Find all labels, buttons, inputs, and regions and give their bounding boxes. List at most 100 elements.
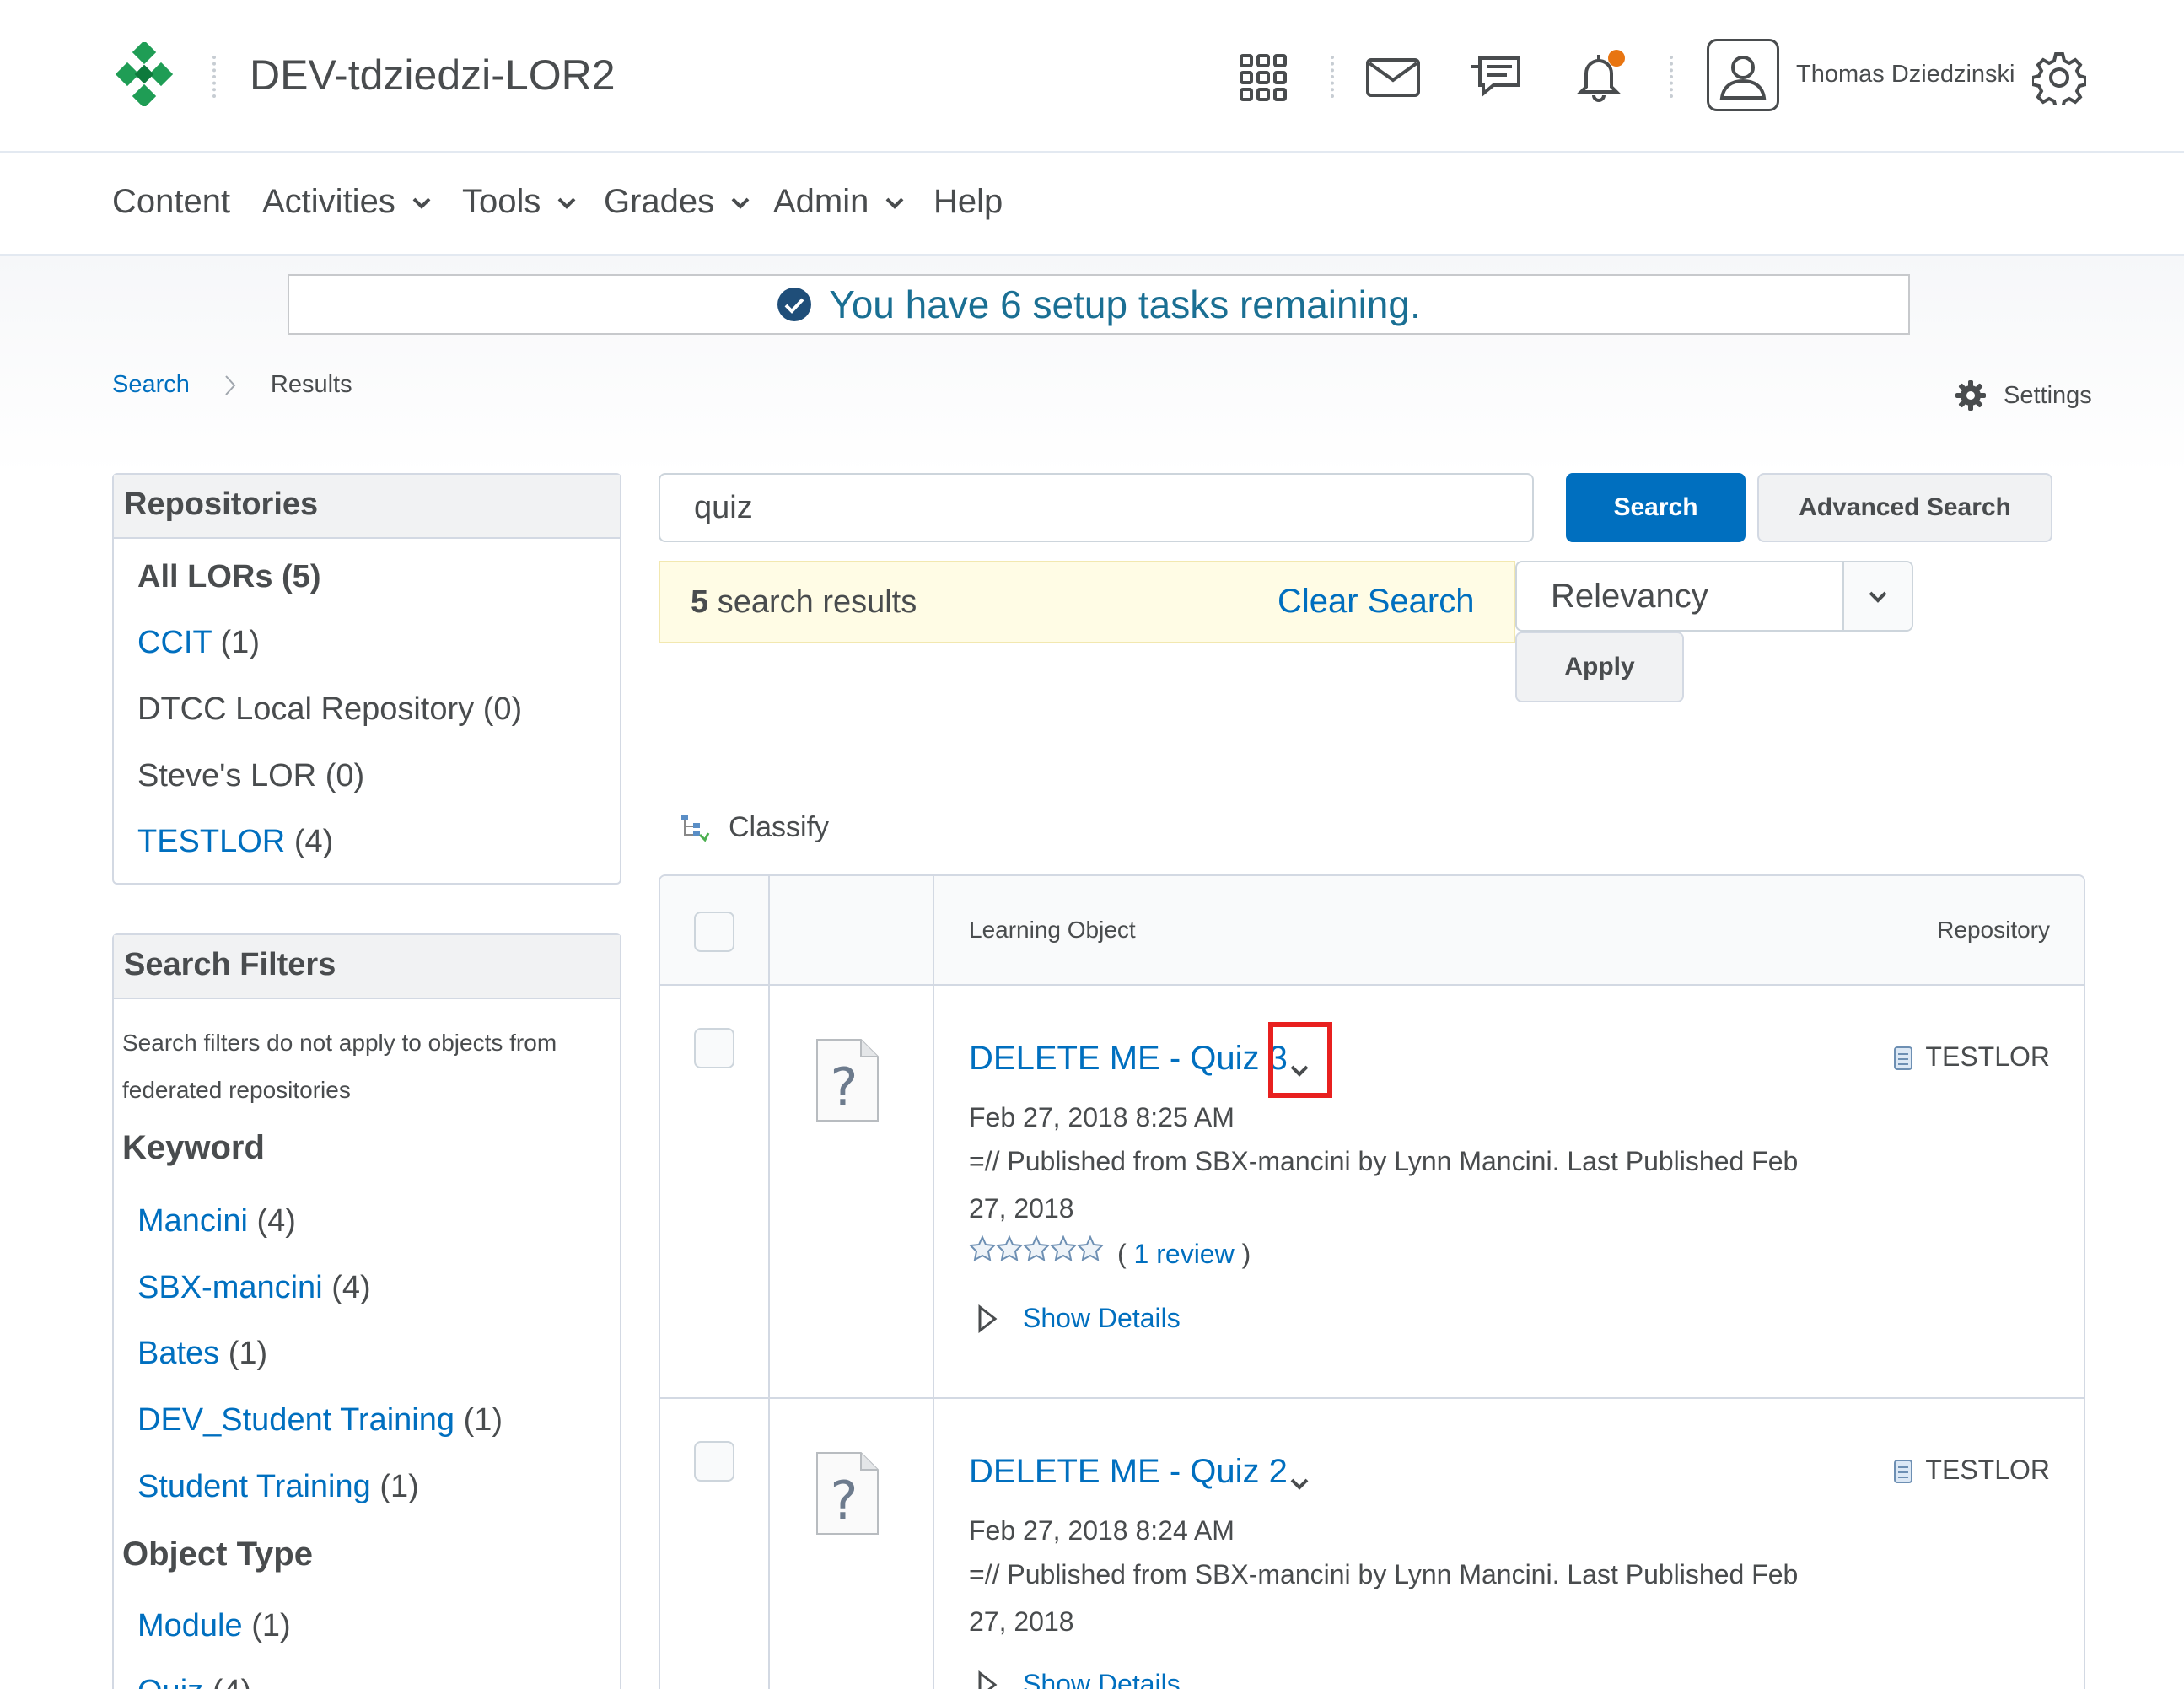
search-input[interactable]: [659, 473, 1534, 542]
object-type-heading: Object Type: [122, 1536, 313, 1573]
row-title-link[interactable]: DELETE ME - Quiz 3: [969, 1040, 1288, 1078]
repo-name: CCIT: [137, 625, 212, 660]
nav-label: Content: [112, 183, 231, 220]
filter-count: (4): [212, 1674, 251, 1689]
filters-note-line: federated repositories: [122, 1077, 351, 1103]
row-date: Feb 27, 2018 8:25 AM: [969, 1102, 1235, 1132]
repo-count: (0): [482, 691, 523, 727]
nav-grades[interactable]: Grades: [604, 183, 753, 221]
star-rating: [969, 1235, 1104, 1262]
filter-name: Bates: [137, 1336, 220, 1371]
bell-icon[interactable]: [1565, 42, 1633, 110]
row-repository: TESTLOR: [1893, 1041, 2050, 1073]
row-title-link[interactable]: DELETE ME - Quiz 2: [969, 1453, 1288, 1491]
search-button[interactable]: Search: [1566, 473, 1746, 542]
context-menu-button[interactable]: [1274, 1458, 1325, 1509]
repo-count: (0): [325, 758, 365, 793]
gear-icon: [1955, 380, 1986, 411]
row-description-line: 27, 2018: [969, 1606, 1074, 1637]
apps-grid-icon[interactable]: [1233, 47, 1294, 108]
results-table: Learning Object Repository ? DELETE ME -…: [659, 874, 2085, 1689]
sort-select-toggle[interactable]: [1842, 562, 1912, 630]
sort-select[interactable]: Relevancy: [1515, 561, 1913, 632]
classify-icon: [681, 814, 710, 842]
nav-help[interactable]: Help: [933, 183, 1003, 221]
avatar-icon[interactable]: [1707, 39, 1779, 111]
org-title[interactable]: DEV-tdziedzi-LOR2: [250, 51, 616, 100]
keyword-filter-item[interactable]: SBX-mancini (4): [137, 1270, 371, 1306]
breadcrumb: Search Results: [112, 371, 352, 399]
column-divider: [933, 876, 934, 1689]
nav-label: Tools: [462, 183, 541, 220]
repo-count: (5): [282, 559, 321, 594]
show-details-toggle[interactable]: Show Details: [977, 1303, 1181, 1334]
classify-label: Classify: [729, 811, 830, 843]
nav-tools[interactable]: Tools: [462, 183, 579, 221]
search-filters-heading: Search Filters: [114, 935, 620, 999]
repo-item-dtcc: DTCC Local Repository (0): [137, 691, 522, 728]
filter-name: Quiz: [137, 1674, 203, 1689]
mail-icon[interactable]: [1359, 47, 1427, 108]
row-checkbox[interactable]: [694, 1441, 734, 1482]
show-details-label: Show Details: [1023, 1669, 1181, 1689]
logo-icon[interactable]: [112, 42, 176, 106]
settings-button[interactable]: Settings: [1955, 379, 2092, 411]
apply-button[interactable]: Apply: [1515, 632, 1684, 702]
nav-content[interactable]: Content: [112, 183, 230, 221]
triangle-right-icon: [978, 1670, 998, 1689]
repo-name: DTCC Local Repository: [137, 691, 475, 727]
filter-count: (4): [331, 1270, 371, 1305]
repo-item-ccit[interactable]: CCIT (1): [137, 625, 260, 661]
keyword-filter-item[interactable]: Mancini (4): [137, 1203, 296, 1240]
question-file-icon: ?: [816, 1039, 879, 1122]
select-all-checkbox[interactable]: [694, 912, 734, 952]
results-summary: 5 search results Clear Search: [659, 561, 1515, 643]
column-header-learning-object[interactable]: Learning Object: [969, 917, 1136, 944]
filter-name: Student Training: [137, 1469, 371, 1504]
header-divider: [1670, 56, 1673, 98]
results-suffix: search results: [717, 584, 917, 620]
keyword-heading: Keyword: [122, 1129, 265, 1166]
repo-item-testlor[interactable]: TESTLOR (4): [137, 824, 333, 860]
chevron-down-icon: [412, 197, 431, 209]
reviews-link[interactable]: 1 review: [1134, 1239, 1235, 1269]
keyword-filter-item[interactable]: DEV_Student Training (1): [137, 1402, 503, 1439]
filter-count: (1): [379, 1469, 419, 1504]
nav-activities[interactable]: Activities: [262, 183, 434, 221]
header-divider: [1331, 56, 1334, 98]
chat-icon[interactable]: [1462, 44, 1530, 111]
nav-admin[interactable]: Admin: [773, 183, 907, 221]
column-header-repository[interactable]: Repository: [1937, 917, 2050, 944]
repo-item-all[interactable]: All LORs (5): [137, 559, 320, 595]
chevron-right-icon: [225, 374, 236, 395]
object-type-filter-item[interactable]: Module (1): [137, 1608, 291, 1644]
repository-icon: [1894, 1046, 1913, 1070]
keyword-filter-item[interactable]: Bates (1): [137, 1336, 267, 1372]
advanced-search-button[interactable]: Advanced Search: [1757, 473, 2052, 542]
row-checkbox[interactable]: [694, 1028, 734, 1068]
gear-icon[interactable]: [2027, 46, 2091, 110]
results-count: 5: [691, 584, 709, 620]
clear-search-link[interactable]: Clear Search: [1278, 583, 1474, 621]
breadcrumb-search-link[interactable]: Search: [112, 371, 190, 399]
row-description-line: 27, 2018: [969, 1193, 1074, 1224]
nav-label: Help: [933, 183, 1003, 220]
repo-name: All LORs: [137, 559, 273, 594]
user-name[interactable]: Thomas Dziedzinski: [1796, 61, 2015, 89]
review-paren: (: [1117, 1239, 1127, 1269]
row-description: =// Published from SBX-mancini by Lynn M…: [969, 1138, 1812, 1232]
row-description-line: =// Published from SBX-mancini by Lynn M…: [969, 1146, 1799, 1176]
filter-name: Mancini: [137, 1203, 248, 1239]
repo-item-steves-lor: Steve's LOR (0): [137, 758, 364, 794]
filter-name: SBX-mancini: [137, 1270, 323, 1305]
row-repository-name: TESTLOR: [1925, 1455, 2050, 1485]
filter-count: (4): [256, 1203, 296, 1239]
classify-button[interactable]: Classify: [680, 811, 829, 844]
results-count-text: 5 search results: [691, 584, 917, 621]
keyword-filter-item[interactable]: Student Training (1): [137, 1469, 419, 1505]
row-repository: TESTLOR: [1893, 1455, 2050, 1486]
setup-banner[interactable]: You have 6 setup tasks remaining.: [288, 274, 1910, 335]
object-type-filter-item[interactable]: Quiz (4): [137, 1674, 251, 1689]
row-description: =// Published from SBX-mancini by Lynn M…: [969, 1551, 1812, 1645]
show-details-toggle[interactable]: Show Details: [977, 1669, 1181, 1689]
